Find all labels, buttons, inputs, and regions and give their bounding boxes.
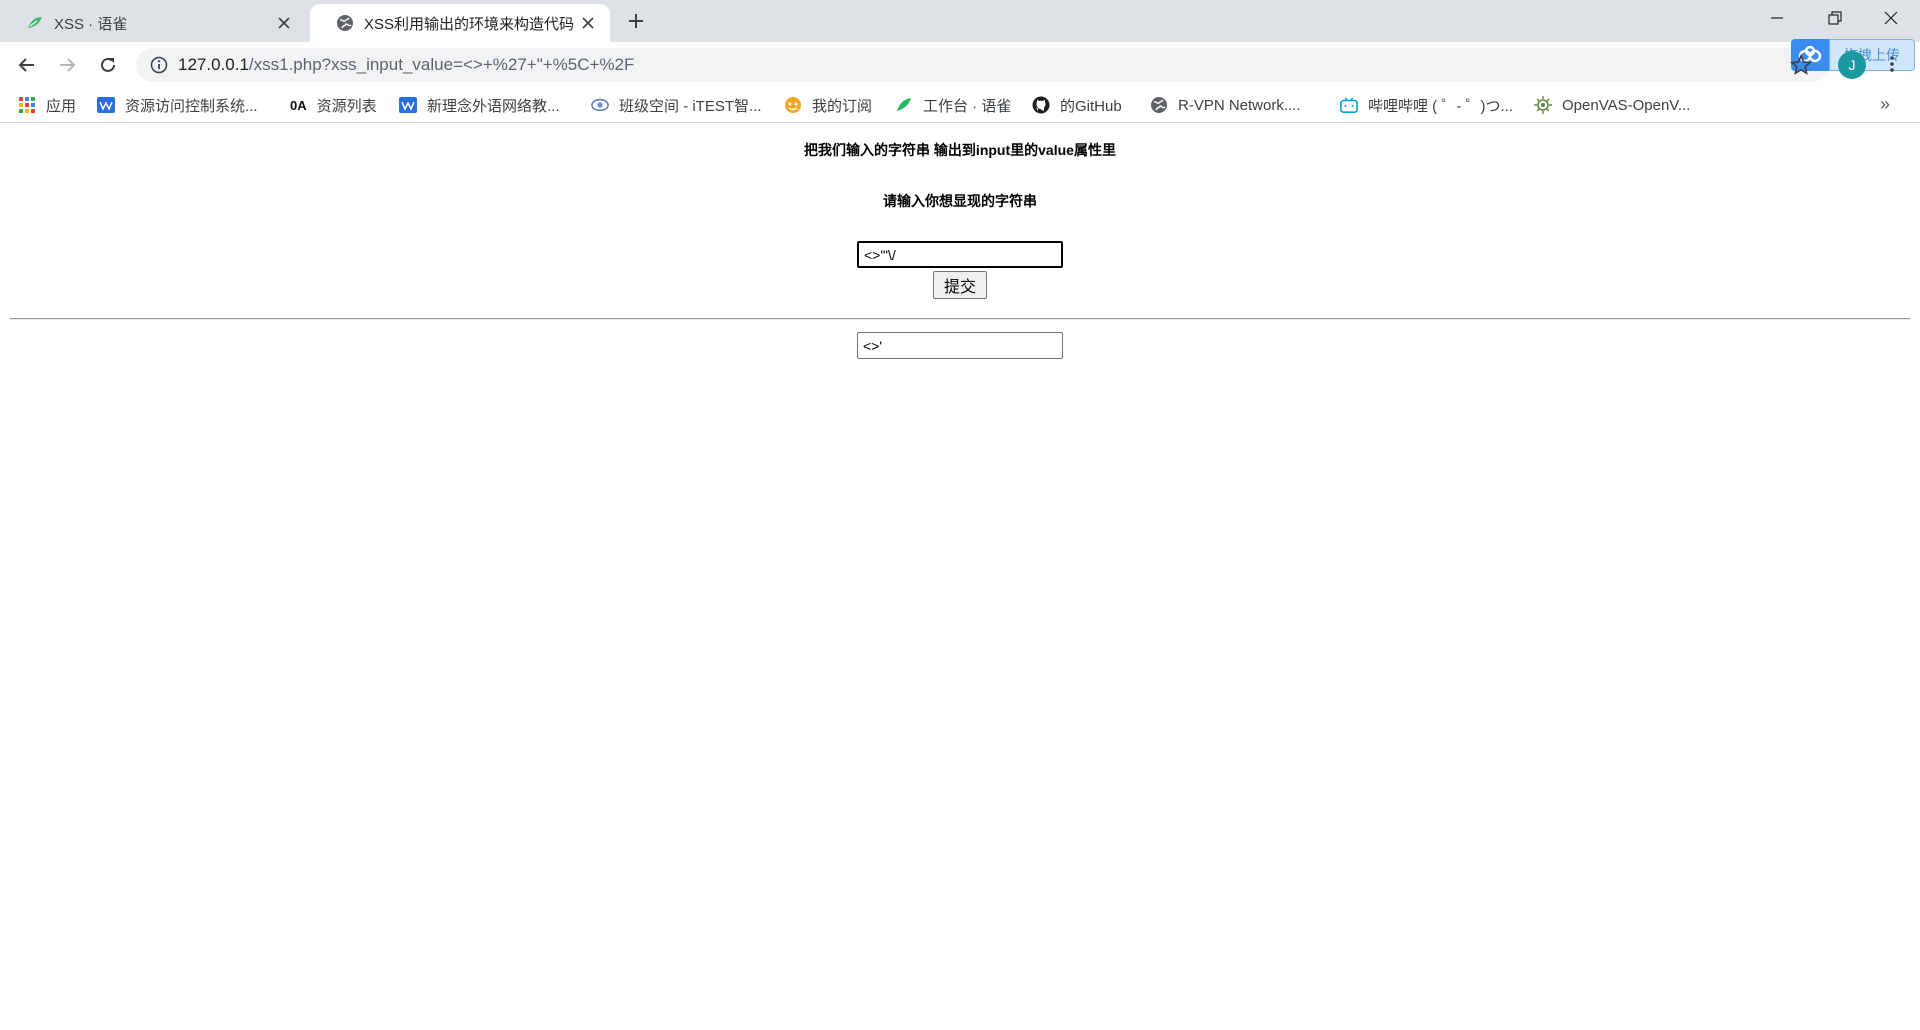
bookmark-label: 哔哩哔哩 ( ゜- ゜)つ... xyxy=(1368,97,1513,115)
site-logo-icon xyxy=(399,96,417,114)
oa-logo-icon: 0A xyxy=(290,97,307,113)
output-input-field[interactable] xyxy=(857,332,1063,359)
more-vert-icon xyxy=(1890,56,1894,72)
back-button[interactable] xyxy=(13,51,41,79)
restore-icon xyxy=(1828,11,1842,25)
minimize-icon xyxy=(1771,17,1783,19)
tab-title: XSS利用输出的环境来构造代码 xyxy=(364,15,575,33)
openvas-icon xyxy=(1534,96,1552,114)
github-icon xyxy=(1032,96,1050,114)
subscribe-icon xyxy=(784,96,802,114)
xss-input-field[interactable] xyxy=(857,241,1063,268)
submit-button[interactable]: 提交 xyxy=(933,271,987,299)
itest-logo-icon xyxy=(591,96,609,114)
bookmark-resource-list[interactable]: 0A 资源列表 xyxy=(290,94,377,116)
menu-button[interactable] xyxy=(1880,52,1904,76)
page-heading: 把我们输入的字符串 输出到input里的value属性里 xyxy=(804,142,1116,158)
bookmark-subscriptions[interactable]: 我的订阅 xyxy=(784,94,872,116)
bookmark-github[interactable]: 的GitHub xyxy=(1032,94,1122,116)
globe-icon xyxy=(1150,96,1168,114)
url-path: /xss1.php?xss_input_value=<>+%27+"+%5C+%… xyxy=(248,55,635,74)
bookmark-itest[interactable]: 班级空间 - iTEST智... xyxy=(591,94,762,116)
address-bar[interactable]: 127.0.0.1/xss1.php?xss_input_value=<>+%2… xyxy=(136,39,1915,82)
url-host: 127.0.0.1 xyxy=(178,55,249,74)
tab-xss-page[interactable]: XSS利用输出的环境来构造代码 xyxy=(310,4,610,42)
tab-title: XSS · 语雀 xyxy=(54,15,128,33)
close-icon[interactable] xyxy=(578,13,598,33)
bookmark-label: R-VPN Network.... xyxy=(1178,96,1301,114)
close-window-button[interactable] xyxy=(1862,0,1920,36)
close-icon[interactable] xyxy=(274,13,294,33)
forward-button[interactable] xyxy=(53,51,81,79)
bookmark-rvpn[interactable]: R-VPN Network.... xyxy=(1150,94,1301,116)
new-tab-button[interactable] xyxy=(624,9,648,33)
tab-yuque[interactable]: XSS · 语雀 xyxy=(0,4,306,42)
bookmarks-overflow-button[interactable]: » xyxy=(1880,94,1890,115)
close-icon xyxy=(1884,11,1898,25)
page-content: 把我们输入的字符串 输出到input里的value属性里 请输入你想显现的字符串… xyxy=(0,123,1920,1030)
arrow-left-icon xyxy=(18,58,34,72)
star-icon[interactable] xyxy=(1790,54,1812,76)
restore-button[interactable] xyxy=(1806,0,1864,36)
plus-icon xyxy=(629,14,643,28)
reload-button[interactable] xyxy=(94,51,122,79)
bookmark-new-concept[interactable]: 新理念外语网络教... xyxy=(399,94,560,116)
bookmark-resource-access[interactable]: 资源访问控制系统... xyxy=(97,94,258,116)
profile-avatar[interactable]: J xyxy=(1838,51,1866,79)
url-text[interactable]: 127.0.0.1/xss1.php?xss_input_value=<>+%2… xyxy=(178,55,634,75)
input-prompt: 请输入你想显现的字符串 xyxy=(883,193,1037,209)
bookmark-label: 资源列表 xyxy=(316,97,377,115)
bilibili-icon xyxy=(1340,96,1358,114)
site-logo-icon xyxy=(97,96,115,114)
apps-grid-icon xyxy=(18,96,36,114)
minimize-button[interactable] xyxy=(1748,0,1806,36)
info-icon[interactable] xyxy=(150,56,168,74)
bookmark-label: OpenVAS-OpenV... xyxy=(1562,96,1691,114)
globe-icon xyxy=(337,15,353,31)
bookmark-openvas[interactable]: OpenVAS-OpenV... xyxy=(1534,94,1690,116)
bookmarks-bar: 应用 资源访问控制系统... 0A 资源列表 新理念外语网络教... 班级空间 … xyxy=(0,88,1920,123)
reload-icon xyxy=(101,57,115,72)
divider xyxy=(10,318,1910,320)
bookmark-label: 新理念外语网络教... xyxy=(427,97,560,115)
yuque-leaf-icon xyxy=(895,96,913,114)
arrow-right-icon xyxy=(60,58,76,72)
bookmark-bilibili[interactable]: 哔哩哔哩 ( ゜- ゜)つ... xyxy=(1340,94,1513,116)
yuque-leaf-icon xyxy=(28,17,42,28)
bookmark-label: 应用 xyxy=(46,97,77,115)
bookmark-label: 资源访问控制系统... xyxy=(125,97,258,115)
tab-strip: XSS · 语雀 XSS利用输出的环境来构造代码 xyxy=(0,0,1920,42)
bookmark-label: 我的订阅 xyxy=(812,97,873,115)
bookmark-label: 的GitHub xyxy=(1060,97,1122,115)
bookmark-label: 工作台 · 语雀 xyxy=(923,97,1012,115)
bookmark-apps[interactable]: 应用 xyxy=(18,94,76,116)
bookmark-label: 班级空间 - iTEST智... xyxy=(619,97,762,115)
browser-toolbar: 127.0.0.1/xss1.php?xss_input_value=<>+%2… xyxy=(0,39,1920,88)
bookmark-yuque-workbench[interactable]: 工作台 · 语雀 xyxy=(895,94,1011,116)
